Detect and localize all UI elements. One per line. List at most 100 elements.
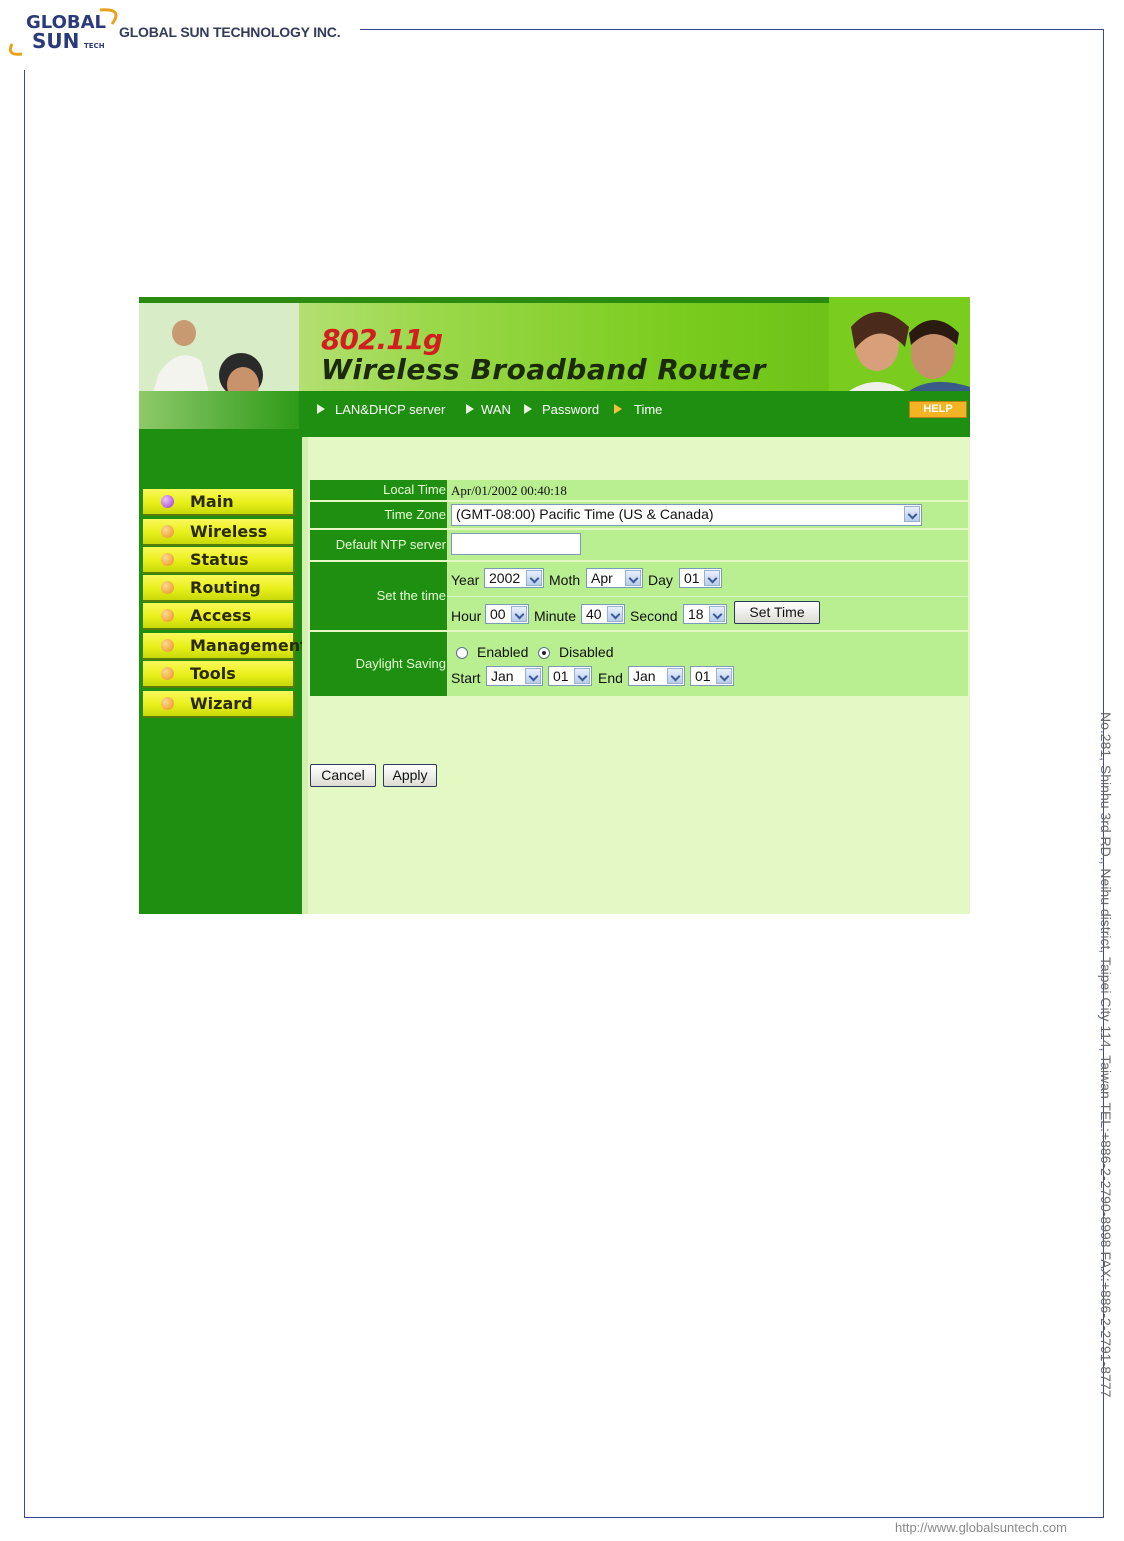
minute-value: 40 (586, 606, 602, 622)
start-month-value: Jan (491, 668, 514, 684)
month-select[interactable]: Apr (586, 568, 643, 588)
chevron-down-icon (625, 570, 641, 586)
time-zone-value: (GMT-08:00) Pacific Time (US & Canada) (456, 506, 714, 522)
set-time-button[interactable]: Set Time (734, 601, 820, 624)
ntp-server-input[interactable] (451, 533, 581, 555)
second-select[interactable]: 18 (683, 604, 727, 624)
sidebar-item-label: Status (190, 550, 249, 569)
sidebar-item-label: Wireless (190, 522, 268, 541)
hour-label: Hour (451, 608, 482, 624)
set-time-label: Set the time (310, 562, 447, 630)
sidebar-item-routing[interactable]: Routing (143, 575, 295, 602)
help-button[interactable]: HELP (909, 401, 967, 418)
start-day-value: 01 (553, 668, 569, 684)
start-month-select[interactable]: Jan (486, 666, 543, 686)
side-address: No.281, Shinhu 3rd RD., Neihu district, … (1098, 712, 1114, 1398)
year-label: Year (451, 572, 480, 588)
year-value: 2002 (489, 570, 521, 586)
daylight-enabled-label: Enabled (477, 644, 529, 660)
month-value: Apr (591, 570, 613, 586)
sidebar-item-wizard[interactable]: Wizard (143, 691, 295, 718)
sidebar-item-tools[interactable]: Tools (143, 661, 295, 688)
sidebar-item-wireless[interactable]: Wireless (143, 519, 295, 546)
nav-arrow-icon (466, 404, 474, 414)
start-day-select[interactable]: 01 (548, 666, 592, 686)
chevron-down-icon (704, 570, 720, 586)
row-daylight-saving: Daylight Saving Enabled Disabled Start J… (310, 632, 968, 696)
nav-lan-dhcp[interactable]: LAN&DHCP server (335, 402, 445, 417)
row-set-time: Set the time Year 2002 Moth Apr Day 01 H… (310, 562, 968, 630)
footer-url: http://www.globalsuntech.com (895, 1520, 1067, 1535)
minute-select[interactable]: 40 (581, 604, 625, 624)
svg-text:SUN: SUN (32, 29, 79, 53)
sidebar-item-management[interactable]: Management (143, 633, 308, 660)
sidebar-item-label: Access (190, 606, 252, 625)
chevron-down-icon (709, 606, 725, 622)
day-select[interactable]: 01 (679, 568, 722, 588)
end-label: End (598, 670, 623, 686)
frame-bottom-line (24, 1517, 1104, 1518)
nav-arrow-icon (524, 404, 532, 414)
svg-text:TECH: TECH (84, 42, 105, 50)
sidebar-item-label: Routing (190, 578, 261, 597)
daylight-saving-label: Daylight Saving (310, 632, 447, 696)
cancel-button[interactable]: Cancel (310, 764, 376, 787)
day-value: 01 (684, 570, 700, 586)
navbar-shade (139, 391, 299, 429)
end-month-select[interactable]: Jan (628, 666, 685, 686)
bullet-icon (161, 495, 174, 508)
bullet-icon (161, 525, 174, 538)
nav-time[interactable]: Time (634, 402, 662, 417)
router-web-ui: 802.11g Wireless Broadband Router LAN&DH… (139, 297, 970, 914)
sidebar-item-label: Main (190, 492, 234, 511)
banner-bottom-stripe (139, 429, 970, 437)
second-label: Second (630, 608, 678, 624)
sidebar-item-label: Tools (190, 664, 236, 683)
company-name: GLOBAL SUN TECHNOLOGY INC. (119, 24, 341, 40)
ntp-server-label: Default NTP server (310, 530, 447, 560)
end-day-select[interactable]: 01 (690, 666, 734, 686)
row-divider (447, 596, 968, 597)
row-time-zone: Time Zone (GMT-08:00) Pacific Time (US &… (310, 502, 968, 528)
chevron-down-icon (526, 570, 542, 586)
chevron-down-icon (667, 668, 683, 684)
company-logo: GLOBAL SUN TECH (8, 8, 118, 56)
bullet-icon (161, 581, 174, 594)
minute-label: Minute (534, 608, 577, 624)
chevron-down-icon (525, 668, 541, 684)
chevron-down-icon (607, 606, 623, 622)
frame-left-line (24, 70, 25, 1518)
hour-select[interactable]: 00 (485, 604, 529, 624)
sidebar-item-access[interactable]: Access (143, 603, 295, 630)
day-label: Day (648, 572, 673, 588)
sidebar-item-main[interactable]: Main (143, 489, 295, 516)
chevron-down-icon (511, 606, 527, 622)
header-banner: 802.11g Wireless Broadband Router LAN&DH… (139, 297, 970, 429)
nav-password[interactable]: Password (542, 402, 599, 417)
sidebar-item-label: Management (190, 636, 308, 655)
router-title: Wireless Broadband Router (321, 353, 766, 386)
second-value: 18 (688, 606, 704, 622)
chevron-down-icon (904, 506, 920, 522)
bullet-icon (161, 609, 174, 622)
apply-button[interactable]: Apply (383, 764, 437, 787)
chevron-down-icon (574, 668, 590, 684)
time-zone-label: Time Zone (310, 502, 447, 528)
end-day-value: 01 (695, 668, 711, 684)
bullet-icon (161, 553, 174, 566)
daylight-enabled-radio[interactable] (456, 647, 468, 659)
time-settings-form: Local Time Apr/01/2002 00:40:18 Time Zon… (308, 437, 970, 914)
sidebar-item-status[interactable]: Status (143, 547, 295, 574)
start-label: Start (451, 670, 481, 686)
chevron-down-icon (716, 668, 732, 684)
top-navigation: LAN&DHCP server WAN Password Time HELP (139, 391, 970, 429)
daylight-disabled-radio[interactable] (538, 647, 550, 659)
end-month-value: Jan (633, 668, 656, 684)
year-select[interactable]: 2002 (484, 568, 544, 588)
time-zone-select[interactable]: (GMT-08:00) Pacific Time (US & Canada) (451, 504, 922, 526)
row-ntp-server: Default NTP server (310, 530, 968, 560)
nav-wan[interactable]: WAN (481, 402, 511, 417)
nav-arrow-icon (317, 404, 325, 414)
people-photo-right (829, 297, 970, 391)
router-model: 802.11g (321, 323, 443, 356)
